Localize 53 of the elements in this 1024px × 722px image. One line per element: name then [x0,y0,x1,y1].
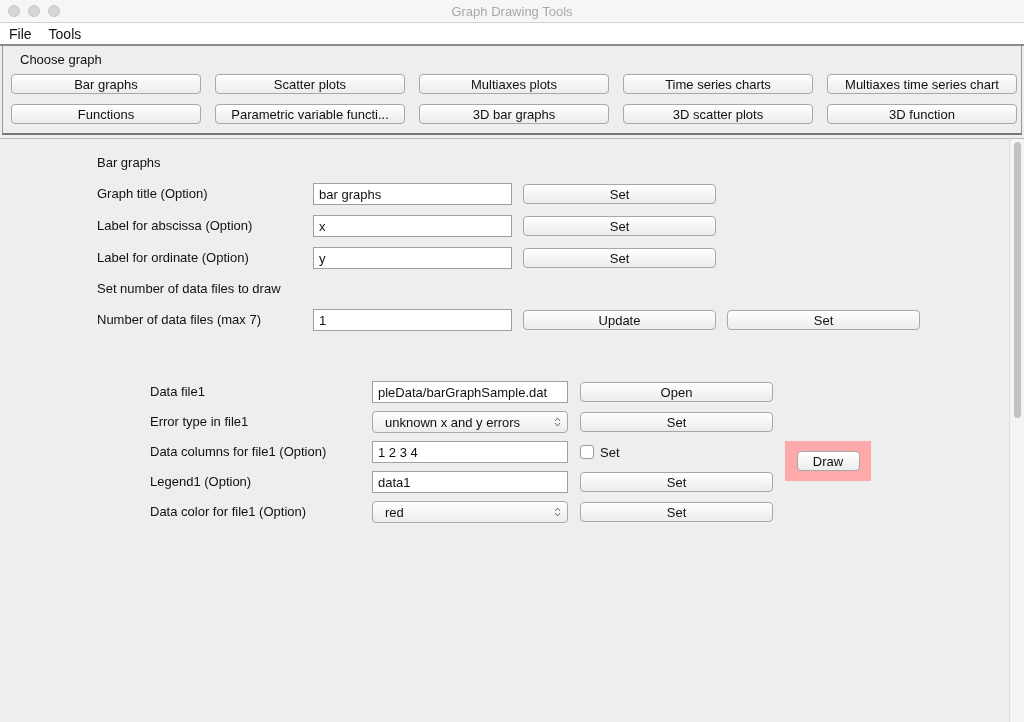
minimize-icon[interactable] [28,5,40,17]
field-label: Number of data files (max 7) [97,311,262,329]
menu-item[interactable]: Tools [48,25,82,42]
field-label: Error type in file1 [150,413,250,431]
section-heading: Bar graphs [97,154,162,172]
draw-button[interactable]: Draw [796,451,860,471]
field-label: Data color for file1 (Option) [150,503,308,521]
scrollbar[interactable] [1009,139,1024,722]
action-button[interactable]: Set [580,502,773,522]
action-button[interactable]: Set [580,472,773,492]
updown-arrows-icon [554,507,561,517]
input-field[interactable]: x [313,215,512,237]
scrollbar-thumb[interactable] [1013,142,1021,418]
action-button[interactable]: Set [523,216,716,236]
input-field[interactable]: pleData/barGraphSample.dat [372,381,568,403]
dropdown[interactable]: red [372,501,568,523]
field-label: Data file1 [150,383,206,401]
close-icon[interactable] [8,5,20,17]
checkbox[interactable] [580,445,594,459]
graph-type-button[interactable]: Functions [11,104,201,124]
input-field[interactable]: 1 [313,309,512,331]
field-label: Label for ordinate (Option) [97,249,250,267]
graph-type-button[interactable]: Multiaxes time series chart [827,74,1017,94]
graph-type-button[interactable]: Bar graphs [11,74,201,94]
field-label: Legend1 (Option) [150,473,253,491]
graph-type-button[interactable]: 3D bar graphs [419,104,609,124]
action-button[interactable]: Set [523,248,716,268]
graph-type-button[interactable]: Scatter plots [215,74,405,94]
input-field[interactable]: 1 2 3 4 [372,441,568,463]
input-field[interactable]: y [313,247,512,269]
input-field[interactable]: data1 [372,471,568,493]
field-label: Label for abscissa (Option) [97,217,254,235]
input-field[interactable]: bar graphs [313,183,512,205]
dropdown[interactable]: unknown x and y errors [372,411,568,433]
graph-type-button[interactable]: Multiaxes plots [419,74,609,94]
action-button[interactable]: Set [523,184,716,204]
graph-type-button[interactable]: Time series charts [623,74,813,94]
field-label: Graph title (Option) [97,185,209,203]
action-button[interactable]: Update [523,310,716,330]
zoom-icon[interactable] [48,5,60,17]
checkbox-label: Set [600,444,620,460]
section-heading: Set number of data files to draw [97,280,282,298]
updown-arrows-icon [554,417,561,427]
section-heading: Choose graph [19,52,103,69]
action-button[interactable]: Set [727,310,920,330]
menu-item[interactable]: File [9,25,32,42]
graph-type-button[interactable]: 3D function [827,104,1017,124]
graph-type-button[interactable]: 3D scatter plots [623,104,813,124]
window-title: Graph Drawing Tools [451,3,573,19]
action-button[interactable]: Open [580,382,773,402]
action-button[interactable]: Set [580,412,773,432]
field-label: Data columns for file1 (Option) [150,443,328,461]
graph-type-button[interactable]: Parametric variable functi... [215,104,405,124]
